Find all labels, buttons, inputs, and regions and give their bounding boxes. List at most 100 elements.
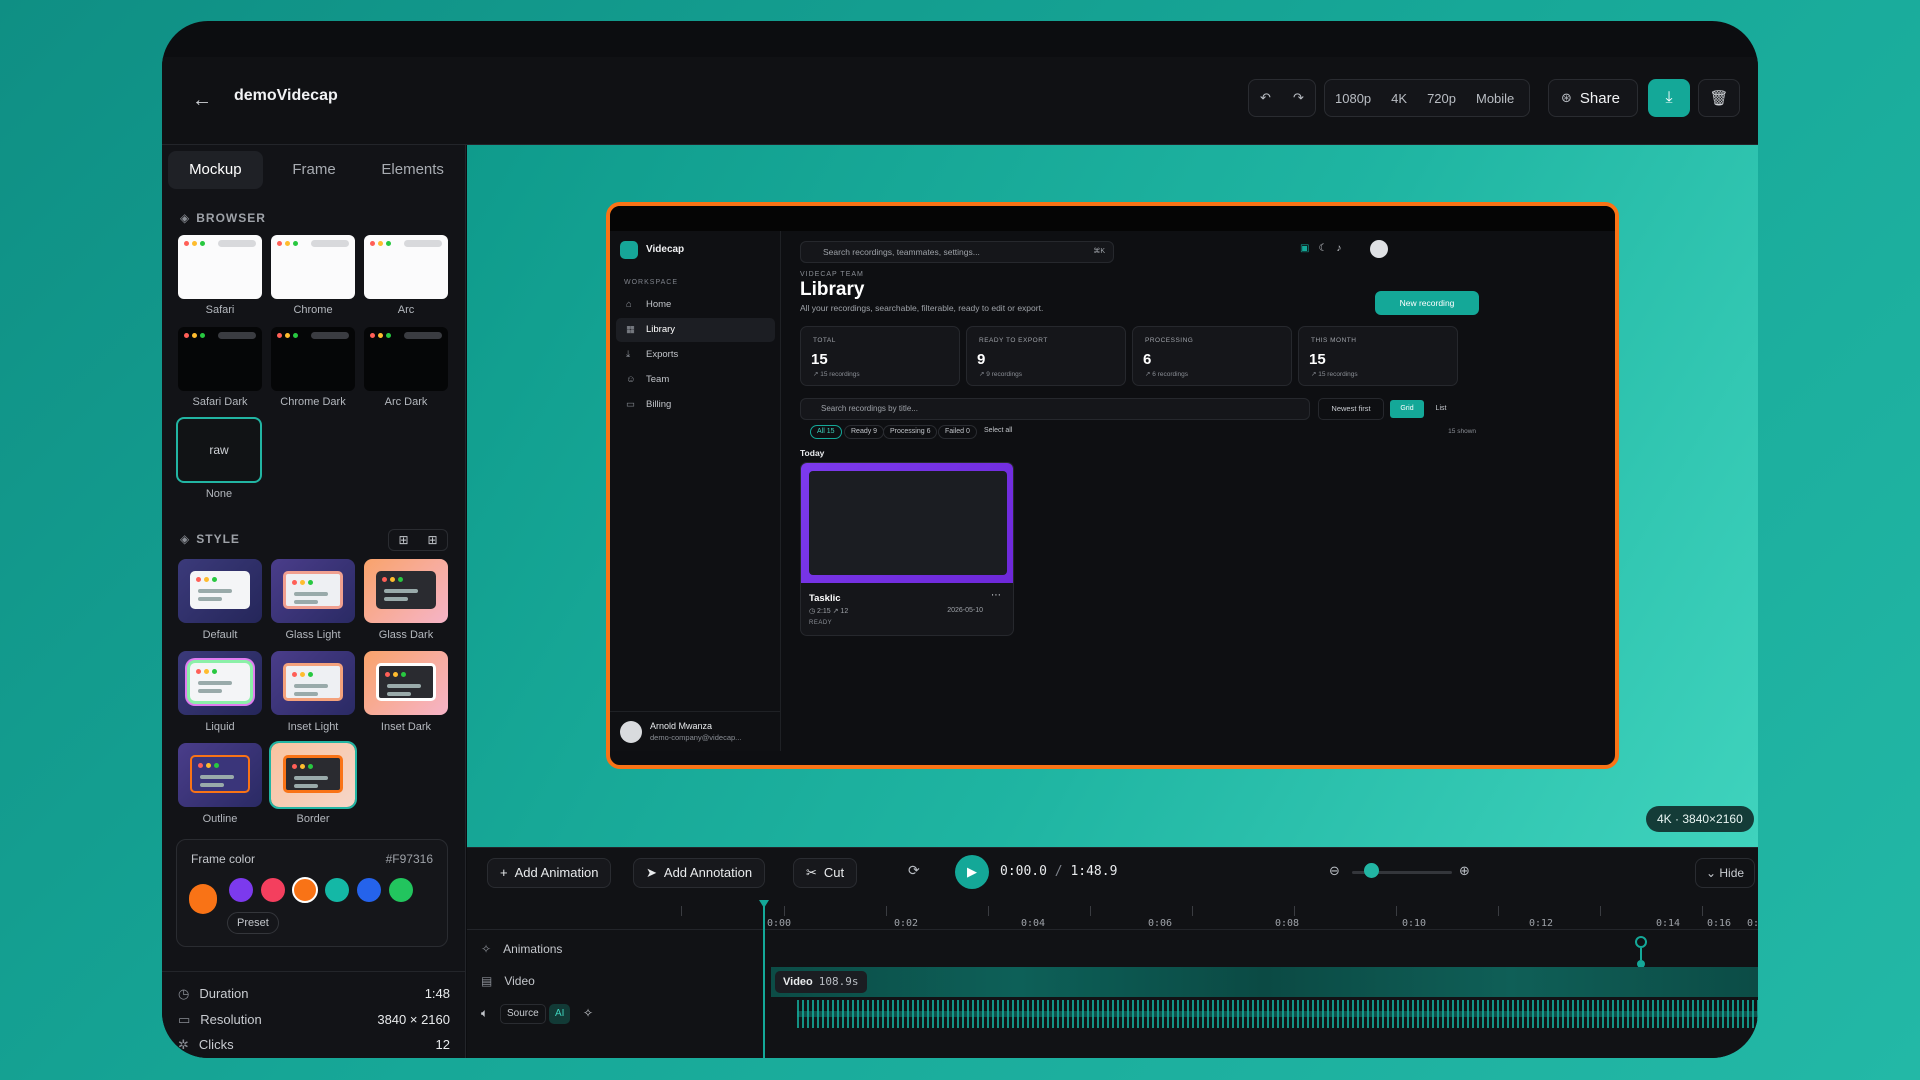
more-icon[interactable]: ⋯: [991, 590, 1001, 601]
record-icon[interactable]: ▣: [1300, 243, 1309, 254]
tick-label: 0:08: [1275, 918, 1300, 929]
time-display: 0:00.0 / 1:48.9: [1000, 864, 1118, 879]
grid-large-icon[interactable]: ⊞: [398, 533, 408, 547]
style-inset-light[interactable]: [271, 651, 355, 715]
undo-icon[interactable]: ↶: [1250, 90, 1281, 106]
user-email: demo-company@videcap...: [650, 733, 742, 742]
res-1080p[interactable]: 1080p: [1325, 91, 1381, 106]
style-glass-dark[interactable]: [364, 559, 448, 623]
filter-all[interactable]: All 15: [810, 425, 842, 439]
style-default[interactable]: [178, 559, 262, 623]
tab-elements[interactable]: Elements: [365, 151, 460, 189]
video-clip-track[interactable]: [771, 967, 1758, 997]
zoom-in-icon[interactable]: ⊕: [1459, 863, 1470, 879]
style-label: Inset Dark: [380, 721, 432, 733]
title-search-input[interactable]: Search recordings by title...: [800, 398, 1310, 420]
bell-icon[interactable]: ♪: [1336, 243, 1341, 254]
browser-safari[interactable]: [178, 235, 262, 299]
audio-icon[interactable]: 🔈︎: [481, 1006, 488, 1021]
hide-timeline-button[interactable]: ⌄ Hide: [1695, 858, 1756, 888]
browser-arc-dark[interactable]: [364, 327, 448, 391]
nav-home[interactable]: ⌂ Home: [616, 293, 775, 317]
cut-button[interactable]: ✂ Cut: [793, 858, 858, 888]
swatch-rose[interactable]: [261, 878, 285, 902]
global-search[interactable]: Search recordings, teammates, settings..…: [800, 241, 1114, 263]
recording-card[interactable]: Tasklic ⋯ ◷ 2:15 ↗ 12 2026-05-10 READY: [800, 462, 1014, 636]
top-toolbar: ← demoVidecap ↶ ↷ 1080p 4K 720p Mobile ⊛ S…: [162, 57, 1758, 145]
new-recording-button[interactable]: New recording: [1375, 291, 1479, 315]
res-mobile[interactable]: Mobile: [1466, 91, 1524, 106]
audio-ai-button[interactable]: AI: [549, 1004, 571, 1024]
layers-icon: ◈: [180, 532, 191, 546]
zoom-slider-handle[interactable]: [1364, 863, 1379, 878]
list-view-button[interactable]: List: [1424, 400, 1458, 418]
style-border[interactable]: [269, 741, 357, 809]
select-all-checkbox[interactable]: Select all: [978, 425, 1018, 439]
browser-none[interactable]: raw: [176, 417, 262, 483]
zoom-out-icon[interactable]: ⊖: [1329, 863, 1340, 879]
filter-ready[interactable]: Ready 9: [844, 425, 885, 439]
style-inset-dark[interactable]: [364, 651, 448, 715]
style-outline[interactable]: [178, 743, 262, 807]
grid-small-icon[interactable]: ⊞: [427, 533, 437, 547]
project-stats: ◷ Duration 1:48 ▭ Resolution 3840 × 2160 ✲ Cl…: [162, 971, 466, 1058]
moon-icon[interactable]: ☾: [1318, 243, 1327, 254]
grid-view-button[interactable]: Grid: [1390, 400, 1424, 418]
monitor-icon: ▭: [178, 1012, 191, 1027]
track-label-animations: ✧ Animations: [481, 942, 563, 956]
avatar[interactable]: [1370, 240, 1388, 258]
loop-icon[interactable]: ⟳: [908, 862, 920, 879]
download-button[interactable]: ⤓: [1648, 79, 1690, 117]
audio-waveform[interactable]: [797, 1000, 1758, 1028]
filter-failed[interactable]: Failed 0: [938, 425, 977, 439]
add-animation-button[interactable]: + Add Animation: [487, 858, 612, 888]
swatch-green[interactable]: [389, 878, 413, 902]
swatch-violet[interactable]: [229, 878, 253, 902]
preset-button[interactable]: Preset: [227, 912, 279, 934]
browser-chrome-dark[interactable]: [271, 327, 355, 391]
mockup-window[interactable]: Videcap WORKSPACE ⌂ Home ▦ Library ⤓ Export…: [606, 202, 1619, 769]
magic-icon[interactable]: ✧: [583, 1006, 593, 1020]
share-button[interactable]: ⊛ Share: [1548, 79, 1638, 117]
browser-arc[interactable]: [364, 235, 448, 299]
tab-frame[interactable]: Frame: [267, 151, 362, 189]
browser-label: Safari: [205, 304, 235, 316]
frame-color-value: #F97316: [385, 852, 433, 866]
nav-exports[interactable]: ⤓ Exports: [616, 343, 775, 367]
color-picker-swatch[interactable]: [189, 884, 217, 914]
video-clip-label: Video 108.9s: [775, 971, 867, 993]
scissors-icon: ✂: [806, 865, 817, 880]
keyframe-marker[interactable]: [1635, 936, 1647, 948]
swatch-orange-selected[interactable]: [292, 877, 318, 903]
tick-label: 0:02: [894, 918, 919, 929]
style-liquid[interactable]: [178, 651, 262, 715]
user-menu[interactable]: Arnold Mwanza demo-company@videcap...: [610, 711, 781, 751]
swatch-blue[interactable]: [357, 878, 381, 902]
filter-processing[interactable]: Processing 6: [883, 425, 938, 439]
style-heading: ◈ STYLE: [180, 532, 240, 546]
swatch-teal[interactable]: [325, 878, 349, 902]
res-4k[interactable]: 4K: [1381, 91, 1417, 106]
frame-color-label: Frame color: [191, 852, 256, 866]
nav-billing[interactable]: ▭ Billing: [616, 393, 775, 417]
playhead[interactable]: [763, 904, 765, 1058]
browser-chrome[interactable]: [271, 235, 355, 299]
sort-dropdown[interactable]: Newest first: [1318, 398, 1384, 420]
back-arrow-icon[interactable]: ←: [188, 86, 216, 114]
stat-card-processing: PROCESSING 6 ↗ 6 recordings: [1132, 326, 1292, 386]
time-ruler[interactable]: 0:00 0:02 0:04 0:06 0:08 0:10 0:12 0:14 …: [467, 900, 1758, 930]
shown-count: 15 shown: [1448, 428, 1476, 435]
delete-button[interactable]: 🗑: [1698, 79, 1740, 117]
add-annotation-button[interactable]: ➤ Add Annotation: [633, 858, 766, 888]
address-bar: [404, 240, 442, 247]
play-button[interactable]: ▶: [955, 855, 989, 889]
nav-library[interactable]: ▦ Library: [616, 318, 775, 342]
style-glass-light[interactable]: [271, 559, 355, 623]
browser-safari-dark[interactable]: [178, 327, 262, 391]
redo-icon[interactable]: ↷: [1283, 90, 1314, 106]
audio-source-button[interactable]: Source: [500, 1004, 546, 1024]
download-icon: ⤓: [1665, 89, 1673, 106]
tab-mockup[interactable]: Mockup: [168, 151, 263, 189]
nav-team[interactable]: ☺ Team: [616, 368, 775, 392]
res-720p[interactable]: 720p: [1417, 91, 1466, 106]
